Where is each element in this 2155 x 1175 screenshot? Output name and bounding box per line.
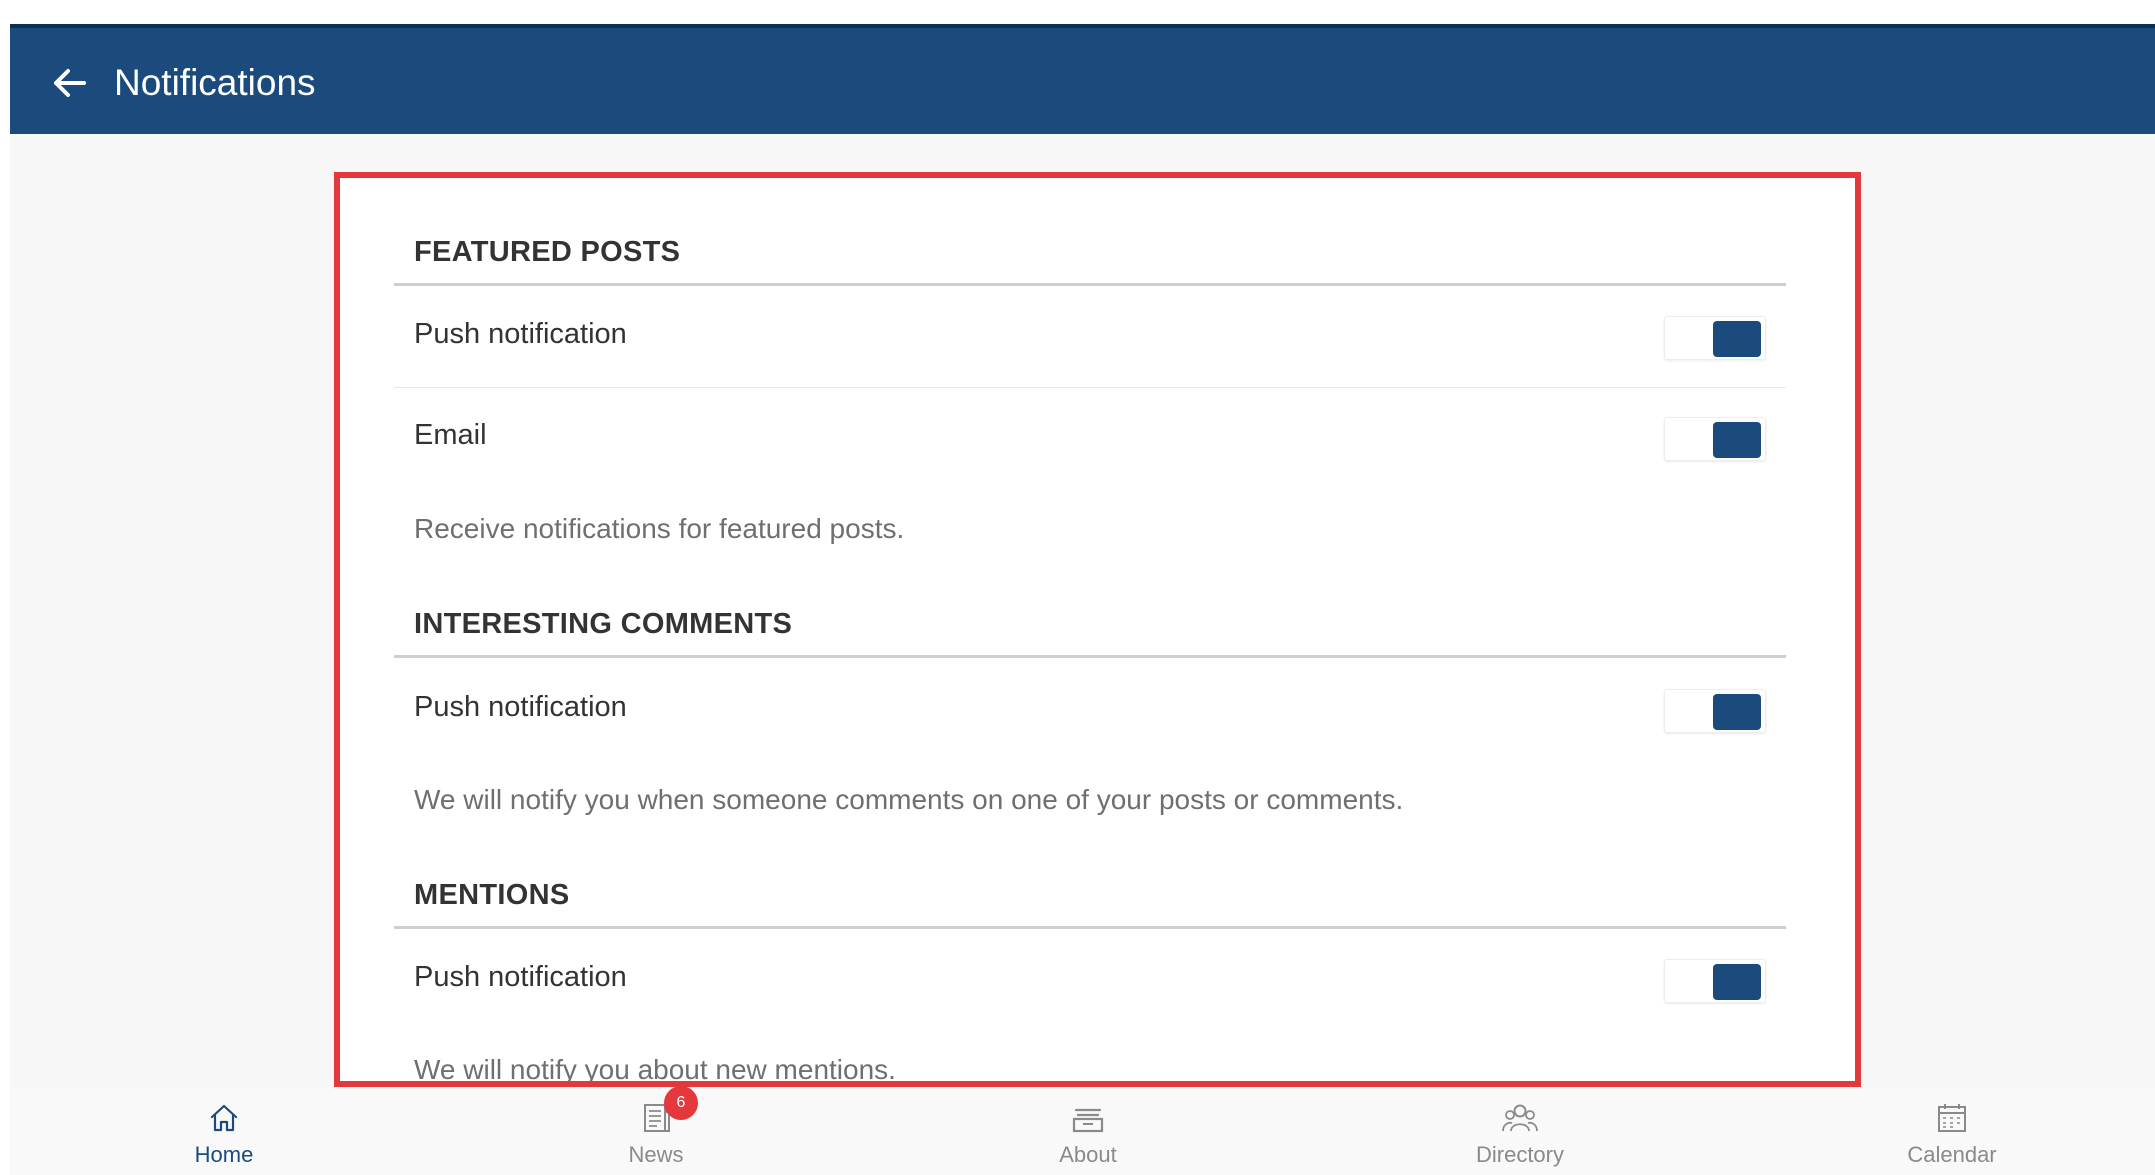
setting-row-comments-push: Push notification bbox=[394, 661, 1786, 761]
section-header-mentions: MENTIONS bbox=[394, 867, 1786, 929]
setting-row-featured-email: Email bbox=[394, 389, 1786, 489]
section-title: FEATURED POSTS bbox=[414, 236, 681, 268]
section-title: MENTIONS bbox=[414, 879, 570, 911]
featured-email-toggle[interactable] bbox=[1664, 417, 1766, 461]
page-title: Notifications bbox=[114, 62, 316, 103]
news-badge: 6 bbox=[664, 1086, 698, 1120]
nav-label: About bbox=[1059, 1142, 1117, 1167]
nav-about[interactable]: About bbox=[998, 1088, 1178, 1175]
nav-home[interactable]: Home bbox=[134, 1088, 314, 1175]
bottom-navigation: Home 6 News About Directory Calendar bbox=[10, 1086, 2155, 1175]
setting-label: Email bbox=[414, 419, 487, 451]
section-title: INTERESTING COMMENTS bbox=[414, 608, 793, 640]
nav-label: Directory bbox=[1475, 1142, 1564, 1167]
nav-label: Home bbox=[194, 1142, 254, 1167]
nav-news[interactable]: 6 News bbox=[566, 1086, 746, 1175]
setting-label: Push notification bbox=[414, 961, 627, 993]
toggle-knob bbox=[1713, 964, 1761, 1000]
setting-label: Push notification bbox=[414, 691, 627, 723]
top-app-bar: Notifications bbox=[10, 24, 2155, 134]
notification-settings-card: FEATURED POSTS Push notification Email R… bbox=[334, 172, 1861, 1087]
nav-label: News bbox=[628, 1142, 684, 1167]
directory-icon bbox=[1502, 1104, 1538, 1132]
section-header-interesting-comments: INTERESTING COMMENTS bbox=[394, 596, 1786, 658]
setting-row-featured-push: Push notification bbox=[394, 288, 1786, 388]
arrow-left-icon bbox=[54, 69, 86, 97]
toggle-knob bbox=[1713, 321, 1761, 357]
featured-push-toggle[interactable] bbox=[1664, 316, 1766, 360]
section-description: We will notify you about new mentions. bbox=[414, 1054, 896, 1085]
app-window: Notifications FEATURED POSTS Push notifi… bbox=[10, 24, 2155, 1175]
mentions-push-toggle[interactable] bbox=[1664, 959, 1766, 1003]
comments-push-toggle[interactable] bbox=[1664, 689, 1766, 733]
about-icon bbox=[1072, 1108, 1104, 1133]
calendar-icon bbox=[1938, 1104, 1966, 1132]
toggle-knob bbox=[1713, 694, 1761, 730]
section-header-featured-posts: FEATURED POSTS bbox=[394, 224, 1786, 286]
section-description: Receive notifications for featured posts… bbox=[414, 513, 905, 544]
toggle-knob bbox=[1713, 422, 1761, 458]
setting-row-mentions-push: Push notification bbox=[394, 931, 1786, 1031]
nav-calendar[interactable]: Calendar bbox=[1862, 1088, 2042, 1175]
nav-label: Calendar bbox=[1907, 1142, 1997, 1167]
notification-settings-list: FEATURED POSTS Push notification Email R… bbox=[394, 178, 1786, 1081]
back-button[interactable] bbox=[44, 58, 94, 108]
home-icon bbox=[210, 1104, 238, 1132]
screen: Notifications FEATURED POSTS Push notifi… bbox=[0, 0, 2155, 1175]
section-description: We will notify you when someone comments… bbox=[414, 784, 1404, 815]
nav-directory[interactable]: Directory bbox=[1430, 1088, 1610, 1175]
setting-label: Push notification bbox=[414, 318, 627, 350]
